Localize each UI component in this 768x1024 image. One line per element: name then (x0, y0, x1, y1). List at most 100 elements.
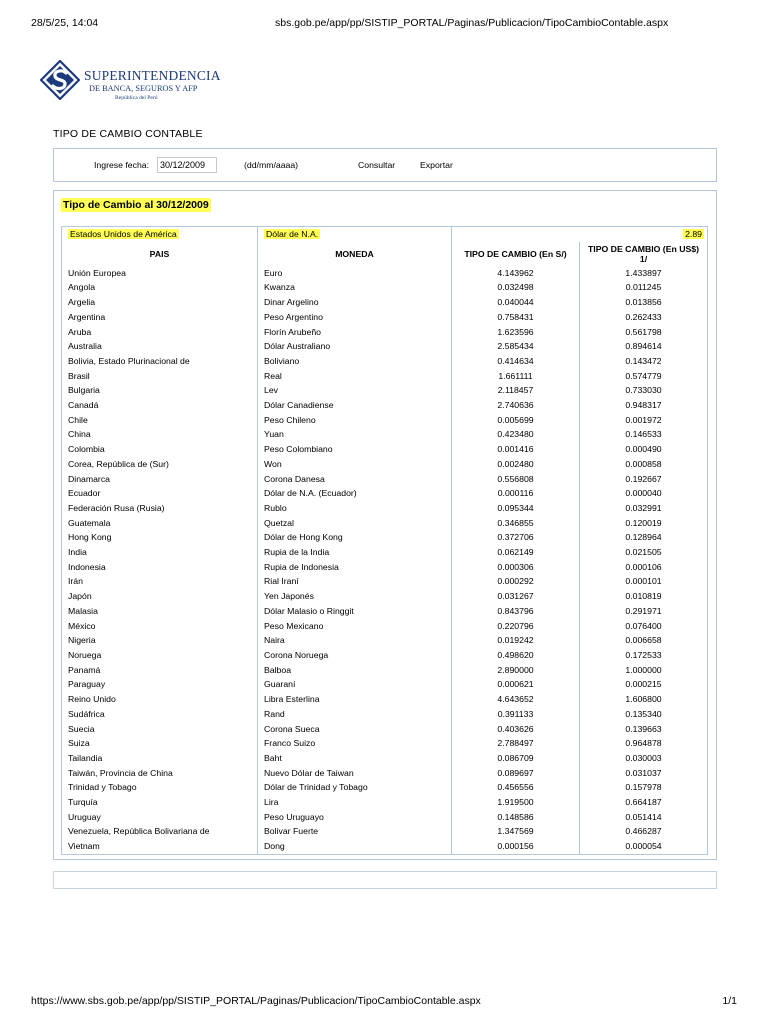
table-row: Taiwán, Provincia de China Nuevo Dólar de… (61, 765, 709, 781)
rate-soles-cell: 1.623596 (451, 324, 580, 340)
header-usd-note: 1/ (639, 253, 648, 264)
currency-cell: Dólar Australiano (257, 339, 452, 354)
table-row: Corea, República de (Sur) Won 0.002480 0.00… (61, 456, 709, 472)
rate-usd-cell: 0.013856 (578, 295, 709, 310)
currency-cell: Bolivar Fuerte (257, 824, 452, 840)
currency-cell: Peso Colombiano (257, 442, 452, 457)
rate-usd-cell: 0.664187 (578, 795, 709, 810)
currency-cell: Rial Iraní (257, 574, 452, 590)
table-row: Japón Yen Japonés 0.031267 0.010819 (61, 589, 709, 604)
rate-usd-cell: 0.001972 (578, 412, 709, 428)
table-row: Argentina Peso Argentino 0.758431 0.262433 (61, 309, 709, 325)
rate-table-body: Unión Europea Euro 4.143962 1.433897 Angola K… (61, 265, 709, 855)
print-footer: https://www.sbs.gob.pe/app/pp/SISTIP_POR… (31, 995, 737, 1009)
reference-country-cell: Estados Unidos de América (61, 225, 258, 242)
rate-usd-cell: 0.032991 (578, 500, 709, 516)
table-row: Panamá Balboa 2.890000 1.000000 (61, 662, 709, 678)
rate-soles-cell: 0.000306 (451, 559, 580, 575)
country-cell: Trinidad y Tobago (61, 780, 258, 796)
country-cell: Panamá (61, 662, 258, 678)
country-cell: Australia (61, 339, 258, 354)
rate-usd-cell: 0.143472 (578, 353, 709, 369)
rate-usd-cell: 0.021505 (578, 545, 709, 560)
country-cell: Canadá (61, 398, 258, 413)
country-cell: Guatemala (61, 515, 258, 531)
rate-soles-cell: 0.403626 (451, 721, 580, 737)
rate-usd-cell: 0.000101 (578, 574, 709, 590)
country-cell: Venezuela, República Bolivariana de (61, 824, 258, 840)
rate-soles-cell: 4.643652 (451, 692, 580, 707)
rate-usd-cell: 0.948317 (578, 398, 709, 413)
rate-usd-cell: 0.030003 (578, 750, 709, 766)
country-cell: Corea, República de (Sur) (61, 456, 258, 472)
date-input[interactable] (157, 157, 217, 173)
table-row: Irán Rial Iraní 0.000292 0.000101 (61, 574, 709, 590)
country-cell: Dinamarca (61, 471, 258, 487)
consultar-button[interactable]: Consultar (358, 160, 395, 170)
table-row: Vietnam Dong 0.000156 0.000054 (61, 839, 709, 855)
print-datetime: 28/5/25, 14:04 (31, 17, 99, 29)
header-row: PAIS MONEDA TIPO DE CAMBIO (En S/) TIPO … (61, 241, 709, 266)
currency-cell: Rublo (257, 500, 452, 516)
currency-cell: Dólar de N.A. (Ecuador) (257, 486, 452, 501)
date-format-hint: (dd/mm/aaaa) (244, 160, 299, 170)
table-row: Argelia Dinar Argelino 0.040044 0.013856 (61, 295, 709, 310)
table-row: Reino Unido Libra Esterlina 4.643652 1.6068… (61, 692, 709, 707)
rate-soles-cell: 0.148586 (451, 809, 580, 825)
currency-cell: Won (257, 456, 452, 472)
reference-value-cell: 2.89 (450, 225, 709, 242)
country-cell: Federación Rusa (Rusia) (61, 500, 258, 516)
table-row: Indonesia Rupia de Indonesia 0.000306 0.000… (61, 559, 709, 575)
rate-soles-cell: 0.843796 (451, 603, 580, 619)
currency-cell: Guaraní (257, 677, 452, 693)
currency-cell: Corona Noruega (257, 647, 452, 663)
country-cell: Tailandia (61, 750, 258, 766)
table-row: Malasia Dólar Malasio o Ringgit 0.843796 0.… (61, 603, 709, 619)
country-cell: Taiwán, Provincia de China (61, 765, 258, 781)
table-row: México Peso Mexicano 0.220796 0.076400 (61, 618, 709, 634)
empty-panel (53, 871, 717, 889)
logo-subtitle: DE BANCA, SEGUROS Y AFP (89, 84, 198, 93)
currency-cell: Dólar Malasio o Ringgit (257, 603, 452, 619)
table-row: Venezuela, República Bolivariana de Boliv… (61, 824, 709, 840)
table-row: Noruega Corona Noruega 0.498620 0.172533 (61, 647, 709, 663)
header-pais: PAIS (61, 241, 258, 266)
page-count: 1/1 (722, 995, 737, 1007)
rate-soles-cell: 0.456556 (451, 780, 580, 796)
header-moneda: MONEDA (257, 241, 452, 266)
rate-usd-cell: 0.000215 (578, 677, 709, 693)
rate-usd-cell: 0.262433 (578, 309, 709, 325)
currency-cell: Nuevo Dólar de Taiwan (257, 765, 452, 781)
table-row: Nigeria Naira 0.019242 0.006658 (61, 633, 709, 648)
page-title: TIPO DE CAMBIO CONTABLE (53, 128, 203, 140)
currency-cell: Peso Chileno (257, 412, 452, 428)
rate-usd-cell: 0.135340 (578, 706, 709, 722)
rate-soles-cell: 0.002480 (451, 456, 580, 472)
country-cell: Colombia (61, 442, 258, 457)
currency-cell: Dong (257, 839, 452, 855)
sbs-logo[interactable]: SUPERINTENDENCIA DE BANCA, SEGUROS Y AFP… (40, 60, 221, 108)
header-usd-label: TIPO DE CAMBIO (En US$) (588, 243, 700, 254)
rate-soles-cell: 0.220796 (451, 618, 580, 634)
table-row: Canadá Dólar Canadiense 2.740636 0.948317 (61, 398, 709, 413)
table-row: Tailandia Baht 0.086709 0.030003 (61, 750, 709, 766)
rate-usd-cell: 0.000106 (578, 559, 709, 575)
exportar-button[interactable]: Exportar (420, 160, 453, 170)
country-cell: Brasil (61, 368, 258, 384)
rate-usd-cell: 0.291971 (578, 603, 709, 619)
currency-cell: Dinar Argelino (257, 295, 452, 310)
logo-title: SUPERINTENDENCIA (84, 68, 221, 83)
country-cell: Paraguay (61, 677, 258, 693)
rate-soles-cell: 0.498620 (451, 647, 580, 663)
table-row: Bolivia, Estado Plurinacional de Bolivian… (61, 353, 709, 369)
rate-usd-cell: 0.000040 (578, 486, 709, 501)
reference-value: 2.89 (683, 229, 705, 239)
rate-usd-cell: 0.561798 (578, 324, 709, 340)
country-cell: Unión Europea (61, 265, 258, 281)
reference-row: Estados Unidos de América Dólar de N.A. … (61, 225, 709, 242)
rate-soles-cell: 0.556808 (451, 471, 580, 487)
country-cell: Noruega (61, 647, 258, 663)
rate-usd-cell: 0.006658 (578, 633, 709, 648)
rate-soles-cell: 0.062149 (451, 545, 580, 560)
rate-usd-cell: 0.894614 (578, 339, 709, 354)
